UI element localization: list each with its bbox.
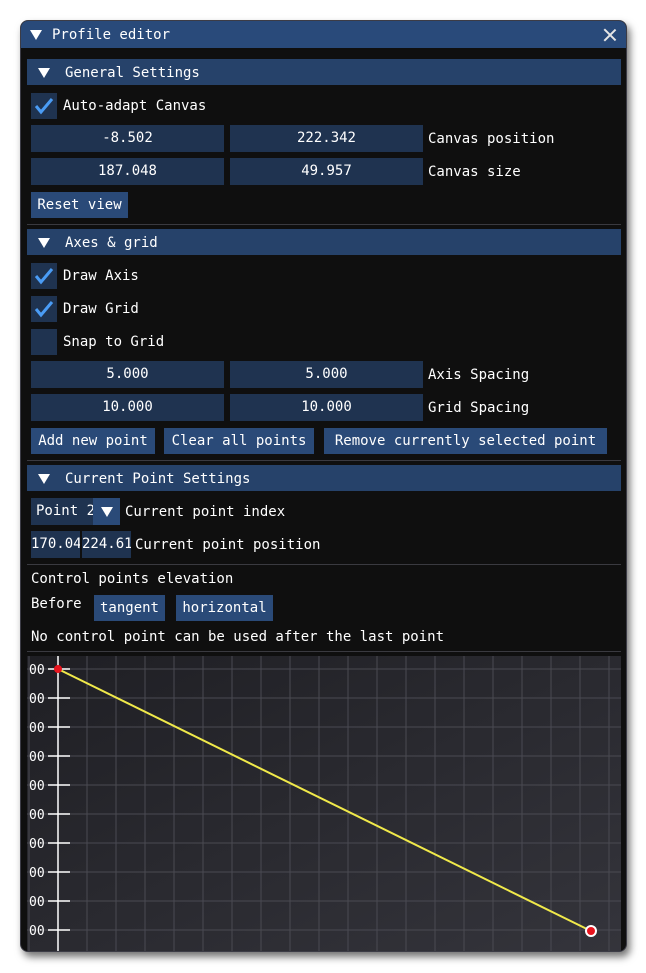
y-axis-tick-label: 00 bbox=[29, 721, 45, 736]
canvas-size-y-field[interactable]: 49.957 bbox=[230, 158, 423, 185]
auto-adapt-checkbox[interactable] bbox=[31, 93, 57, 119]
y-axis-tick-label: 00 bbox=[29, 866, 45, 881]
horizontal-button[interactable]: horizontal bbox=[176, 595, 273, 621]
auto-adapt-label: Auto-adapt Canvas bbox=[63, 98, 207, 114]
clear-all-points-button[interactable]: Clear all points bbox=[164, 428, 314, 454]
remove-selected-point-button[interactable]: Remove currently selected point bbox=[324, 428, 607, 454]
no-after-control-point-message: No control point can be used after the l… bbox=[31, 629, 445, 645]
draw-grid-label: Draw Grid bbox=[63, 301, 139, 317]
grid-spacing-x-field[interactable]: 10.000 bbox=[31, 394, 224, 421]
add-new-point-button[interactable]: Add new point bbox=[31, 428, 155, 454]
before-label: Before bbox=[31, 596, 82, 612]
profile-plot-svg[interactable]: 00 00 00 00 00 00 00 00 00 00 bbox=[27, 656, 621, 951]
checkmark-icon bbox=[34, 301, 54, 318]
axis-spacing-label: Axis Spacing bbox=[428, 367, 530, 383]
grid-spacing-label: Grid Spacing bbox=[428, 400, 530, 416]
snap-to-grid-checkbox[interactable] bbox=[31, 329, 57, 355]
draw-grid-checkbox[interactable] bbox=[31, 296, 57, 322]
canvas-position-y-field[interactable]: 222.342 bbox=[230, 125, 423, 152]
y-axis-tick-label: 00 bbox=[29, 692, 45, 707]
axis-spacing-x-field[interactable]: 5.000 bbox=[31, 361, 224, 388]
close-icon[interactable] bbox=[602, 27, 618, 43]
y-axis-tick-label: 00 bbox=[29, 837, 45, 852]
point-select-dropdown-button[interactable] bbox=[93, 498, 120, 525]
canvas-position-label: Canvas position bbox=[428, 131, 555, 147]
tangent-button[interactable]: tangent bbox=[94, 595, 165, 621]
canvas-position-x-field[interactable]: -8.502 bbox=[31, 125, 224, 152]
y-axis-tick-label: 00 bbox=[29, 779, 45, 794]
chevron-down-icon bbox=[101, 507, 113, 517]
current-point-y-field[interactable]: 224.61 bbox=[82, 531, 131, 558]
profile-editor-window: Profile editor General Settings Auto-ada… bbox=[20, 20, 627, 952]
collapse-triangle-icon bbox=[38, 68, 50, 78]
profile-point-selected bbox=[587, 927, 595, 935]
y-axis-tick-label: 00 bbox=[29, 924, 45, 939]
collapse-triangle-icon bbox=[38, 474, 50, 484]
grid-spacing-y-field[interactable]: 10.000 bbox=[230, 394, 423, 421]
separator bbox=[27, 224, 621, 225]
collapse-triangle-icon bbox=[38, 238, 50, 248]
current-point-index-label: Current point index bbox=[125, 504, 286, 520]
general-settings-title: General Settings bbox=[65, 65, 200, 81]
window-title: Profile editor bbox=[52, 27, 171, 43]
canvas-size-label: Canvas size bbox=[428, 164, 521, 180]
profile-point-first bbox=[54, 665, 62, 673]
y-axis-tick-label: 00 bbox=[29, 663, 45, 678]
y-axis-tick-label: 00 bbox=[29, 750, 45, 765]
y-axis-tick-label: 00 bbox=[29, 895, 45, 910]
draw-axis-label: Draw Axis bbox=[63, 268, 139, 284]
window-titlebar[interactable]: Profile editor bbox=[21, 21, 626, 48]
current-point-position-label: Current point position bbox=[135, 537, 321, 553]
canvas-size-x-field[interactable]: 187.048 bbox=[31, 158, 224, 185]
reset-view-button[interactable]: Reset view bbox=[31, 192, 128, 218]
snap-to-grid-label: Snap to Grid bbox=[63, 334, 165, 350]
checkmark-icon bbox=[34, 98, 54, 115]
current-point-x-field[interactable]: 170.04 bbox=[31, 531, 80, 558]
separator bbox=[27, 564, 621, 565]
y-axis-tick-label: 00 bbox=[29, 808, 45, 823]
separator bbox=[27, 460, 621, 461]
point-select-value[interactable]: Point 2 bbox=[31, 498, 93, 525]
current-point-title: Current Point Settings bbox=[65, 471, 251, 487]
checkmark-icon bbox=[34, 268, 54, 285]
control-points-elevation-label: Control points elevation bbox=[31, 571, 234, 587]
draw-axis-checkbox[interactable] bbox=[31, 263, 57, 289]
current-point-header[interactable]: Current Point Settings bbox=[27, 465, 621, 491]
axes-grid-header[interactable]: Axes & grid bbox=[27, 229, 621, 255]
general-settings-header[interactable]: General Settings bbox=[27, 59, 621, 85]
axes-grid-title: Axes & grid bbox=[65, 235, 158, 251]
collapse-window-icon[interactable] bbox=[30, 30, 42, 40]
axis-spacing-y-field[interactable]: 5.000 bbox=[230, 361, 423, 388]
separator bbox=[27, 651, 621, 652]
profile-plot-canvas[interactable]: 00 00 00 00 00 00 00 00 00 00 bbox=[27, 656, 621, 951]
